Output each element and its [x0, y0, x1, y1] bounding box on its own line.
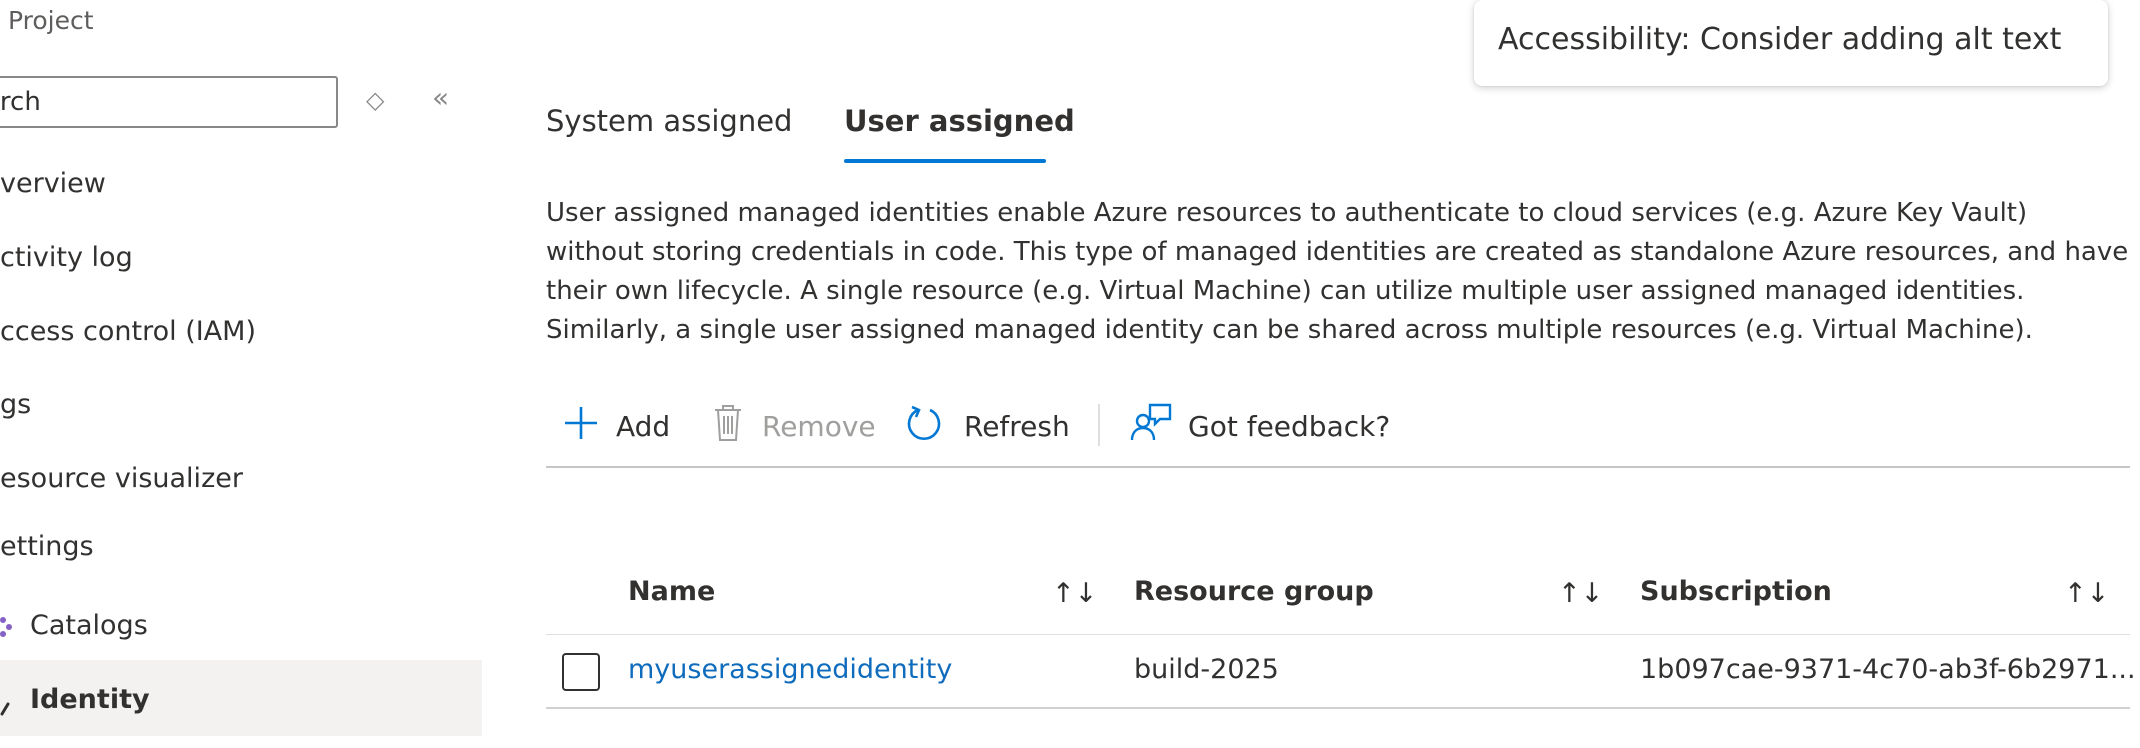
- accessibility-tooltip: Accessibility: Consider adding alt text: [1474, 0, 2108, 86]
- column-header-resource-group[interactable]: Resource group: [1134, 576, 1374, 607]
- trash-icon: [712, 403, 744, 450]
- sort-resource-group-icon[interactable]: ↑↓: [1558, 578, 1603, 609]
- user-assigned-description: User assigned managed identities enable …: [546, 194, 2140, 350]
- sidebar-item-label: Identity: [30, 684, 150, 715]
- identity-icon: [0, 694, 10, 725]
- table-row-divider: [546, 707, 2130, 709]
- menu-search-box[interactable]: [0, 76, 338, 128]
- sidebar-item-label: verview: [0, 168, 106, 199]
- sort-name-icon[interactable]: ↑↓: [1052, 578, 1097, 609]
- remove-button[interactable]: Remove: [712, 404, 876, 448]
- sidebar-item-label: esource visualizer: [0, 463, 243, 494]
- description-line: Similarly, a single user assigned manage…: [546, 315, 2033, 345]
- sidebar-item-label: ctivity log: [0, 242, 133, 273]
- sidebar-item-activity-log[interactable]: ctivity log: [0, 234, 486, 284]
- identity-name-link[interactable]: myuserassignedidentity: [628, 654, 952, 685]
- sort-subscription-icon[interactable]: ↑↓: [2064, 578, 2109, 609]
- active-tab-indicator: [844, 159, 1046, 163]
- tab-system-assigned[interactable]: System assigned: [546, 104, 792, 138]
- sidebar-item-label: ccess control (IAM): [0, 316, 256, 347]
- add-button[interactable]: Add: [562, 404, 670, 448]
- resource-menu-sidebar: Project ◇ « verview ctivity log ccess co…: [0, 0, 490, 748]
- feedback-button[interactable]: Got feedback?: [1130, 402, 1391, 451]
- refresh-icon: [904, 403, 944, 450]
- sidebar-item-identity[interactable]: Identity: [0, 660, 482, 736]
- catalogs-icon: [0, 614, 12, 647]
- remove-button-label: Remove: [762, 409, 876, 443]
- description-line: without storing credentials in code. Thi…: [546, 237, 2129, 267]
- refresh-button-label: Refresh: [964, 409, 1070, 443]
- sidebar-item-catalogs[interactable]: Catalogs: [0, 602, 486, 652]
- collapse-menu-icon[interactable]: «: [432, 84, 449, 112]
- description-line: User assigned managed identities enable …: [546, 198, 2028, 228]
- description-line: their own lifecycle. A single resource (…: [546, 276, 2025, 306]
- sidebar-section-label: ettings: [0, 531, 94, 562]
- toolbar-separator-line: [546, 466, 2130, 468]
- sidebar-item-resource-visualizer[interactable]: esource visualizer: [0, 455, 486, 505]
- sidebar-item-label: gs: [0, 389, 32, 420]
- column-header-subscription[interactable]: Subscription: [1640, 576, 1832, 607]
- tooltip-text: Accessibility: Consider adding alt text: [1498, 22, 2062, 57]
- resource-group-cell: build-2025: [1134, 654, 1279, 685]
- sidebar-item-overview[interactable]: verview: [0, 160, 486, 210]
- tab-user-assigned[interactable]: User assigned: [844, 104, 1075, 138]
- sidebar-item-access-control[interactable]: ccess control (IAM): [0, 308, 486, 358]
- table-header-divider: [546, 634, 2130, 635]
- feedback-icon: [1130, 402, 1172, 451]
- add-button-label: Add: [616, 409, 671, 443]
- row-select-checkbox[interactable]: [562, 653, 600, 691]
- subscription-cell: 1b097cae-9371-4c70-ab3f-6b2971...: [1640, 654, 2136, 685]
- sidebar-item-label: Catalogs: [30, 610, 148, 641]
- project-type-label: Project: [8, 6, 94, 35]
- feedback-button-label: Got feedback?: [1188, 409, 1391, 443]
- refresh-button[interactable]: Refresh: [904, 404, 1070, 448]
- plus-icon: [562, 404, 600, 449]
- expand-collapse-icon[interactable]: ◇: [366, 88, 384, 112]
- sidebar-section-settings[interactable]: ettings: [0, 523, 486, 573]
- toolbar-divider: [1098, 404, 1100, 446]
- sidebar-item-tags[interactable]: gs: [0, 381, 486, 431]
- column-header-name[interactable]: Name: [628, 576, 715, 607]
- menu-search-input[interactable]: [0, 78, 330, 126]
